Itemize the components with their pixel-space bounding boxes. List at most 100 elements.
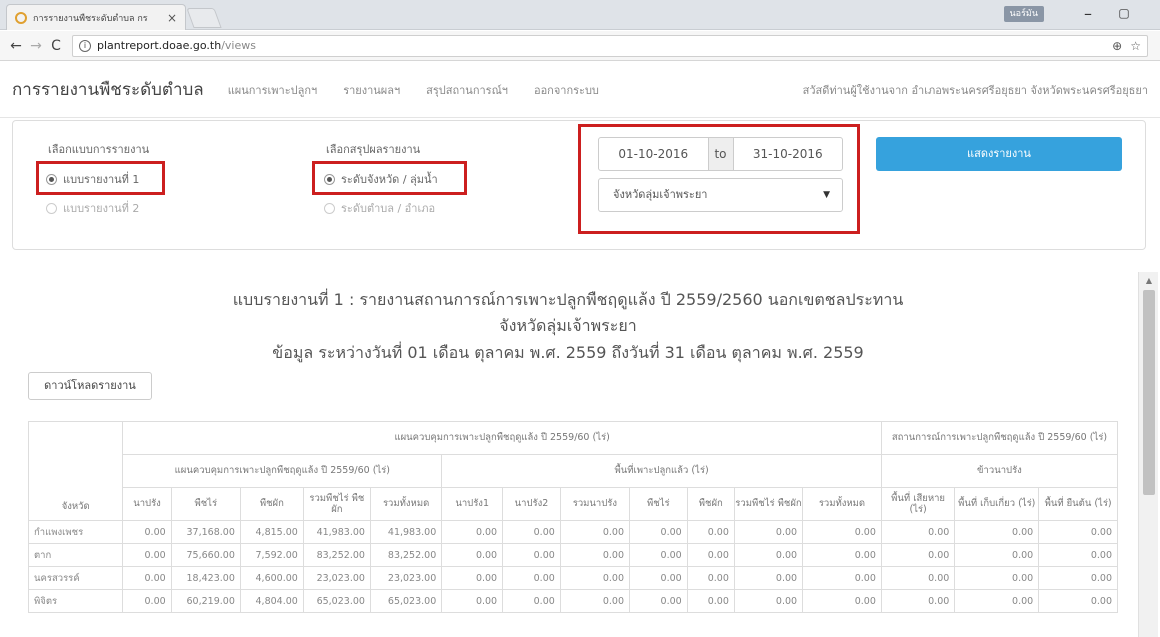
value-cell: 4,815.00 [239,520,304,544]
user-greeting: สวัสดีท่านผู้ใช้งานจาก อำเภอพระนครศรีอยุ… [802,83,1148,97]
value-cell: 0.00 [1038,589,1118,613]
url-text: plantreport.doae.go.th/views [97,39,256,52]
column-header: นาปรัง1 [441,487,504,521]
value-cell: 0.00 [502,520,561,544]
value-cell: 0.00 [802,520,882,544]
province-cell: นครสวรรค์ [27,566,124,590]
value-cell: 0.00 [686,589,735,613]
highlight-date-region [578,124,860,234]
value-cell: 0.00 [122,543,172,567]
value-cell: 0.00 [880,589,956,613]
report-type-option-2[interactable]: แบบรายงานที่ 2 [46,199,139,217]
value-cell: 0.00 [880,543,956,567]
report-title: แบบรายงานที่ 1 : รายงานสถานการณ์การเพาะป… [232,290,904,309]
highlight-report-type [36,161,165,195]
value-cell: 0.00 [629,566,688,590]
report-subtitle-region: จังหวัดลุ่มเจ้าพระยา [499,316,637,335]
zoom-icon[interactable]: ⊕ [1112,39,1122,53]
value-cell: 0.00 [733,543,804,567]
value-cell: 0.00 [880,566,956,590]
value-cell: 0.00 [1038,543,1118,567]
report-table: จังหวัด แผนควบคุมการเพาะปลูกพืชฤดูแล้ง ป… [27,421,1119,613]
app-navbar: การรายงานพืชระดับตำบล แผนการเพาะปลูกฯ รา… [0,62,1160,118]
value-cell: 0.00 [122,589,172,613]
value-cell: 0.00 [1038,520,1118,544]
column-header-row: นาปรัง พืชไร่ พืชผัก รวมพืชไร่ พืชผัก รวมทั้… [29,487,1118,521]
value-cell: 0.00 [122,520,172,544]
omnibox-actions: ⊕ ☆ [1112,39,1141,53]
minimize-icon[interactable]: – [1078,4,1098,23]
nav-item-plan[interactable]: แผนการเพาะปลูกฯ [228,81,317,99]
value-cell: 0.00 [629,520,688,544]
summary-option-district[interactable]: ระดับตำบล / อำเภอ [324,199,435,217]
url-host: plantreport.doae.go.th [97,39,222,52]
download-report-button[interactable]: ดาวน์โหลดรายงาน [28,372,152,400]
province-cell: กำแพงเพชร [27,520,124,544]
nav-item-report[interactable]: รายงานผลฯ [343,81,400,99]
nav-item-logout[interactable]: ออกจากระบบ [534,81,599,99]
value-cell: 0.00 [441,520,504,544]
value-cell: 4,600.00 [239,566,304,590]
reload-icon[interactable]: C [46,38,66,54]
table-row: นครสวรรค์ 0.00 18,423.00 4,600.00 23,023.00 2… [27,566,1118,590]
table-body: กำแพงเพชร 0.00 37,168.00 4,815.00 41,983.00 4… [27,520,1118,613]
value-cell: 0.00 [629,543,688,567]
nav-item-summary[interactable]: สรุปสถานการณ์ฯ [426,81,508,99]
forward-icon[interactable]: → [26,38,46,54]
subgroup-plan-header: แผนควบคุมการเพาะปลูกพืชฤดูแล้ง ปี 2559/6… [122,454,443,488]
value-cell: 83,252.00 [302,543,371,567]
province-cell: ตาก [27,543,124,567]
page-scrollbar[interactable]: ▲ [1138,272,1158,637]
url-input[interactable]: i plantreport.doae.go.th/views ⊕ ☆ [72,34,1148,57]
value-cell: 0.00 [502,543,561,567]
value-cell: 0.00 [559,566,631,590]
column-header: รวมทั้งหมด [369,487,443,521]
col-province: จังหวัด [27,421,124,521]
column-header: นาปรัง [122,487,172,521]
tab-close-icon[interactable]: × [167,11,177,25]
column-header: พืชไร่ [170,487,241,521]
column-header: รวมทั้งหมด [802,487,882,521]
table-row: ตาก 0.00 75,660.00 7,592.00 83,252.00 83,252.… [27,543,1118,567]
bookmark-star-icon[interactable]: ☆ [1130,39,1141,53]
value-cell: 65,023.00 [302,589,371,613]
group-situation-header: สถานการณ์การเพาะปลูกพืชฤดูแล้ง ปี 2559/6… [880,421,1119,455]
browser-tab[interactable]: การรายงานพืชระดับตำบล กร × [6,4,186,30]
value-cell: 0.00 [802,589,882,613]
table-row: พิจิตร 0.00 60,219.00 4,804.00 65,023.00 65,0… [27,589,1118,613]
subgroup-rice-header: ข้าวนาปรัง [880,454,1119,488]
value-cell: 0.00 [559,520,631,544]
new-tab-button[interactable] [186,8,222,28]
radio-unchecked-icon[interactable] [46,202,57,214]
province-cell: พิจิตร [27,589,124,613]
profile-badge[interactable]: นอร์มัน [1003,6,1044,22]
info-icon[interactable]: i [79,39,91,52]
value-cell: 0.00 [802,566,882,590]
scroll-thumb[interactable] [1143,290,1155,495]
column-header: พืชผัก [686,487,735,521]
scroll-up-icon[interactable]: ▲ [1139,276,1159,285]
value-cell: 0.00 [686,543,735,567]
value-cell: 18,423.00 [170,566,241,590]
browser-tab-bar: การรายงานพืชระดับตำบล กร × นอร์มัน – ▢ [0,0,1160,30]
column-header: รวมนาปรัง [559,487,631,521]
value-cell: 23,023.00 [302,566,371,590]
value-cell: 0.00 [733,520,804,544]
table-row: กำแพงเพชร 0.00 37,168.00 4,815.00 41,983.00 4… [27,520,1118,544]
column-header: พืชไร่ [629,487,688,521]
value-cell: 0.00 [441,543,504,567]
group-plan-header: แผนควบคุมการเพาะปลูกพืชฤดูแล้ง ปี 2559/6… [122,421,882,455]
app-brand[interactable]: การรายงานพืชระดับตำบล [12,76,204,103]
summary-option-district-label: ระดับตำบล / อำเภอ [341,202,436,215]
value-cell: 7,592.00 [239,543,304,567]
value-cell: 23,023.00 [369,566,443,590]
url-path: /views [221,39,256,52]
value-cell: 4,804.00 [239,589,304,613]
back-icon[interactable]: ← [6,38,26,54]
maximize-icon[interactable]: ▢ [1114,6,1134,20]
show-report-button[interactable]: แสดงรายงาน [876,137,1122,171]
column-header: นาปรัง2 [502,487,561,521]
value-cell: 0.00 [1038,566,1118,590]
favicon-icon [15,11,27,24]
radio-unchecked-icon[interactable] [324,202,335,214]
